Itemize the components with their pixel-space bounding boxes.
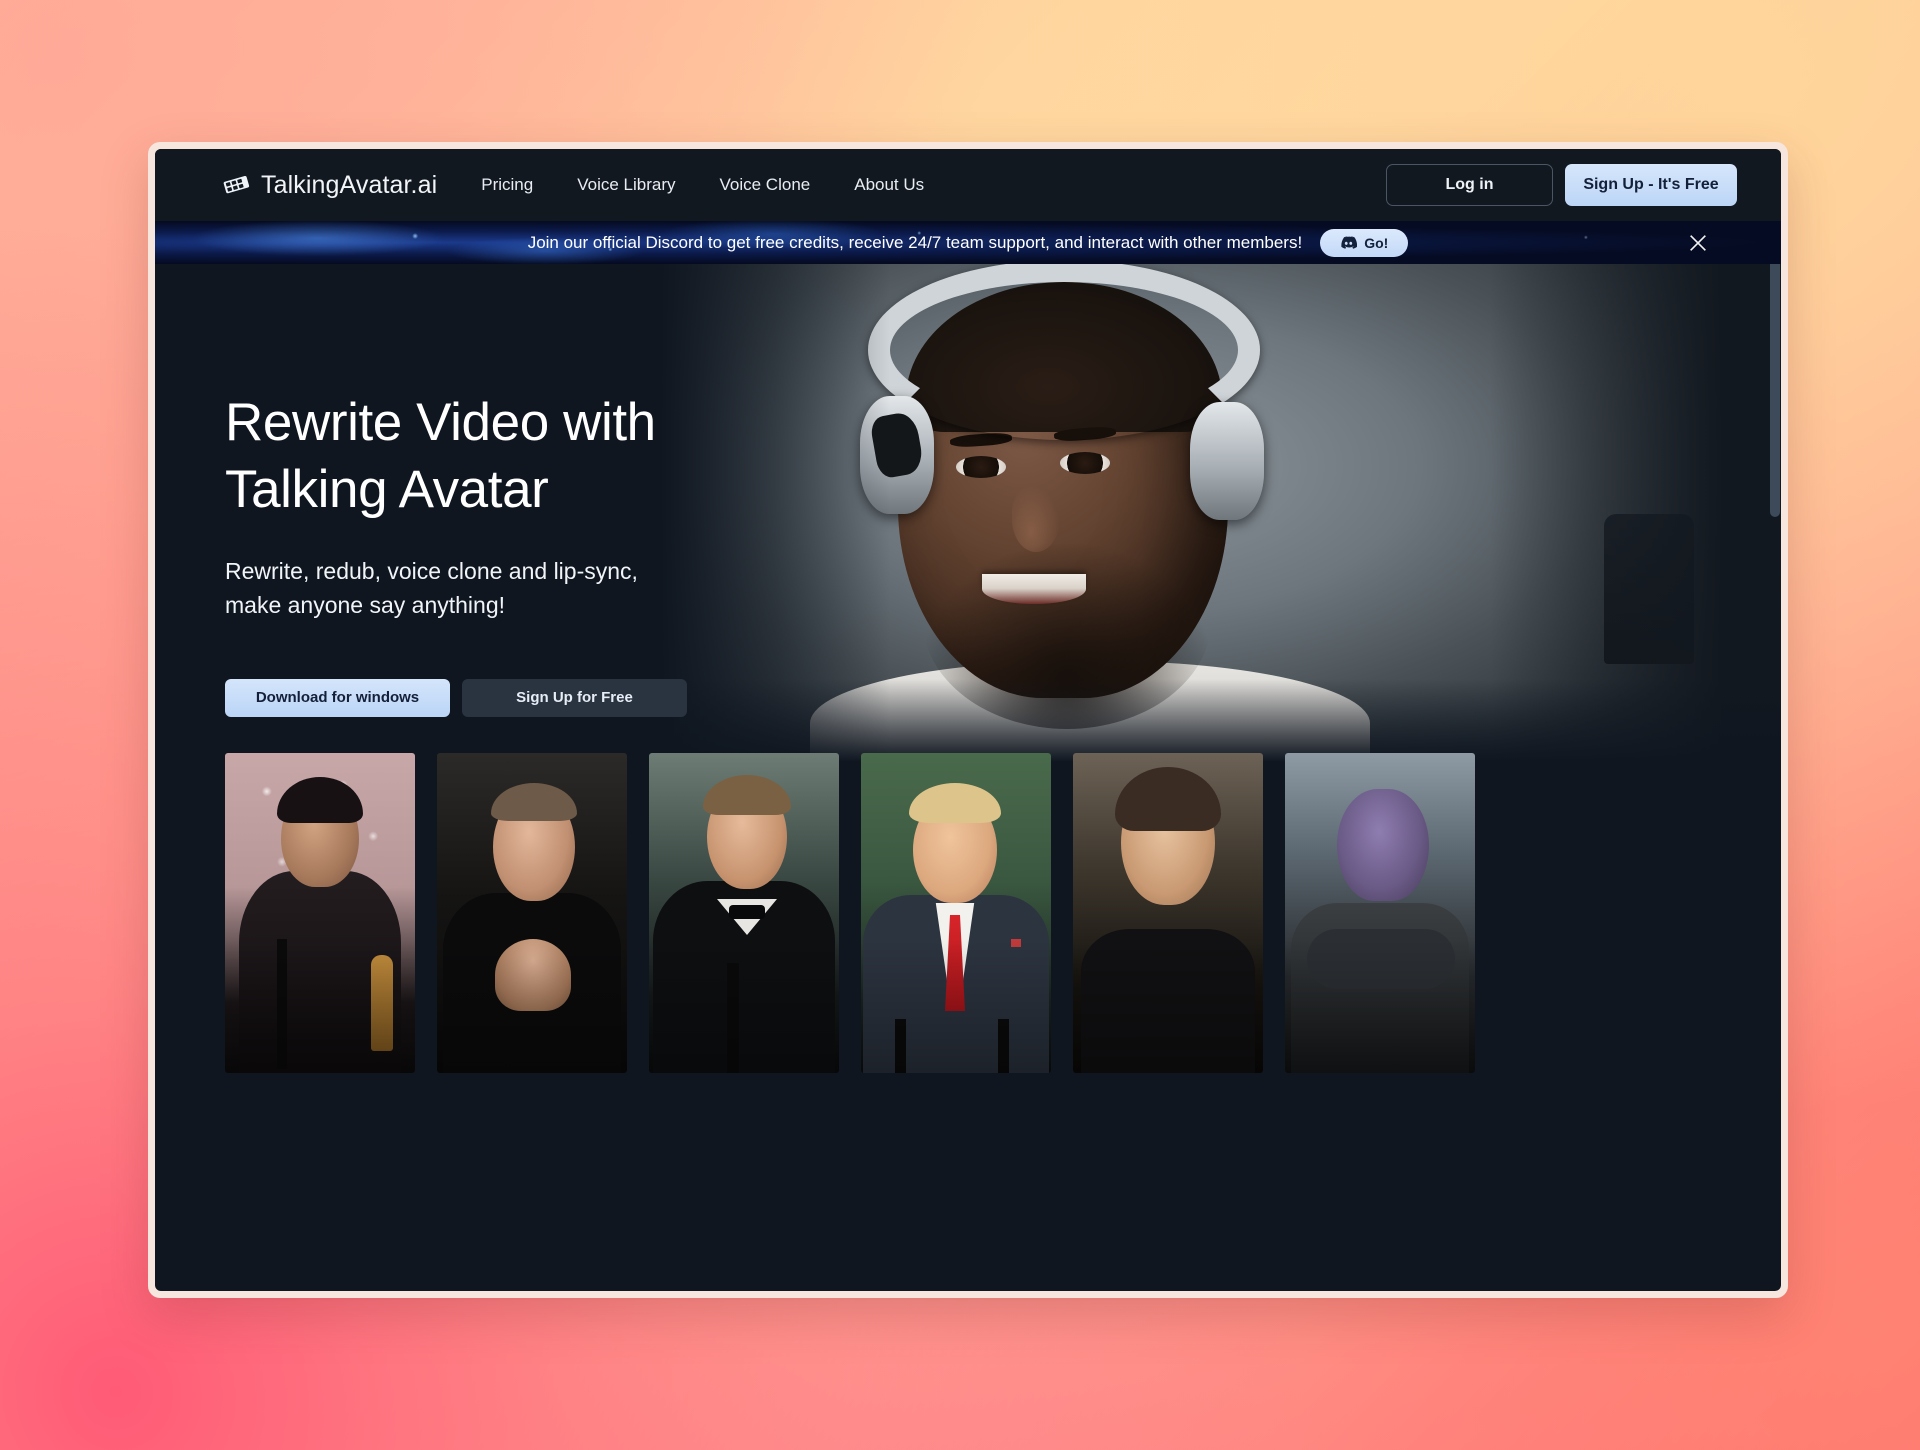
hero-cta-group: Download for windows Sign Up for Free <box>225 679 855 717</box>
download-for-windows-button[interactable]: Download for windows <box>225 679 450 717</box>
donald-trump-thumbnail[interactable] <box>861 753 1051 1073</box>
thanos-thumbnail[interactable] <box>1285 753 1475 1073</box>
page-viewport: TalkingAvatar.ai Pricing Voice Library V… <box>155 149 1781 1291</box>
sign-up-for-free-button[interactable]: Sign Up for Free <box>462 679 687 717</box>
hero-section: Rewrite Video with Talking Avatar Rewrit… <box>155 264 1781 769</box>
browser-window: TalkingAvatar.ai Pricing Voice Library V… <box>148 142 1788 1298</box>
discord-icon <box>1340 236 1357 249</box>
nav-actions: Log in Sign Up - It's Free <box>1386 164 1737 206</box>
hero-subtitle-line-2: make anyone say anything! <box>225 592 505 618</box>
steve-jobs-thumbnail[interactable] <box>1073 753 1263 1073</box>
page-scrollbar[interactable] <box>1769 149 1781 1291</box>
brand-logo[interactable]: TalkingAvatar.ai <box>223 171 437 200</box>
film-strip-icon <box>223 174 250 196</box>
nav-links: Pricing Voice Library Voice Clone About … <box>481 175 924 195</box>
announcement-message: Join our official Discord to get free cr… <box>528 233 1303 253</box>
close-icon[interactable] <box>1687 232 1709 254</box>
hero-title: Rewrite Video with Talking Avatar <box>225 390 855 524</box>
brand-name: TalkingAvatar.ai <box>261 171 437 200</box>
leonardo-dicaprio-thumbnail[interactable] <box>649 753 839 1073</box>
hero-title-line-1: Rewrite Video with <box>225 393 656 452</box>
nav-link-pricing[interactable]: Pricing <box>481 175 533 195</box>
announcement-banner: Join our official Discord to get free cr… <box>155 221 1781 264</box>
hero-subtitle-line-1: Rewrite, redub, voice clone and lip-sync… <box>225 558 638 584</box>
nav-link-voice-library[interactable]: Voice Library <box>577 175 675 195</box>
hero-subtitle: Rewrite, redub, voice clone and lip-sync… <box>225 554 855 623</box>
login-button[interactable]: Log in <box>1386 164 1553 206</box>
hero-title-line-2: Talking Avatar <box>225 460 548 519</box>
jackie-chan-thumbnail[interactable] <box>225 753 415 1073</box>
discord-go-button[interactable]: Go! <box>1320 229 1408 257</box>
elon-musk-thumbnail[interactable] <box>437 753 627 1073</box>
discord-go-label: Go! <box>1364 235 1388 251</box>
nav-link-voice-clone[interactable]: Voice Clone <box>720 175 811 195</box>
top-navigation-bar: TalkingAvatar.ai Pricing Voice Library V… <box>155 149 1781 221</box>
nav-link-about-us[interactable]: About Us <box>854 175 924 195</box>
hero-copy: Rewrite Video with Talking Avatar Rewrit… <box>155 264 855 717</box>
signup-button[interactable]: Sign Up - It's Free <box>1565 164 1737 206</box>
avatar-gallery <box>155 753 1781 1073</box>
